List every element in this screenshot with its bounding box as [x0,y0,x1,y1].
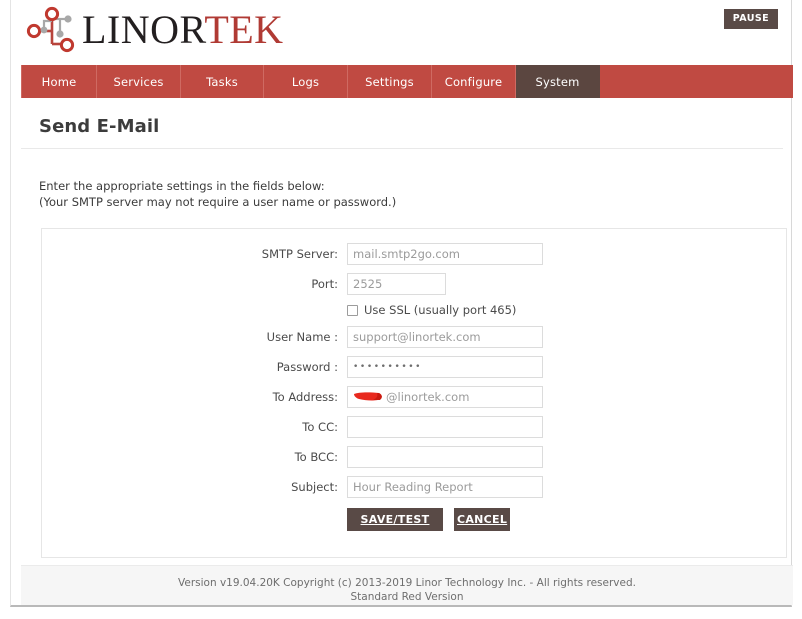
nav-item-logs[interactable]: Logs [264,65,348,98]
smtp-server-input[interactable] [347,243,543,265]
nav-item-services[interactable]: Services [97,65,181,98]
pause-button[interactable]: PAUSE [723,9,778,29]
intro-text: Enter the appropriate settings in the fi… [21,149,793,210]
page-container: LINORTEK PAUSE Home Services Tasks Logs … [10,0,793,607]
nav-item-tasks[interactable]: Tasks [181,65,264,98]
actions-wrap: SAVE/TEST CANCEL [347,508,511,531]
password-input[interactable]: •••••••••• [347,356,543,378]
email-settings-panel: SMTP Server: Port: [41,228,787,558]
smtp-server-label: SMTP Server: [261,247,338,261]
cancel-button[interactable]: CANCEL [454,508,511,531]
form-row-to-bcc: To BCC: [42,446,786,468]
use-ssl-checkbox[interactable] [347,304,358,316]
form-row-to-cc: To CC: [42,416,786,438]
form-row-use-ssl: Use SSL (usually port 465) [42,303,786,317]
form-row-to-address: To Address: @linortek.com [42,386,786,408]
form-row-subject: Subject: [42,476,786,498]
user-name-field-wrap [347,326,543,348]
site-header: LINORTEK PAUSE [11,0,791,62]
main-content: Send E-Mail Enter the appropriate settin… [21,98,793,558]
page-root: LINORTEK PAUSE Home Services Tasks Logs … [0,0,802,619]
brand-wordmark-dark: LINOR [82,7,205,52]
port-label: Port: [311,277,338,291]
footer-copyright: Version v19.04.20K Copyright (c) 2013-20… [178,577,636,589]
password-field-wrap: •••••••••• [347,356,543,378]
use-ssl-label: Use SSL (usually port 465) [364,303,517,317]
brand-wordmark-red: TEK [204,7,284,52]
form-row-port: Port: [42,273,786,295]
to-bcc-field-wrap [347,446,543,468]
nav-item-home[interactable]: Home [21,65,97,98]
to-cc-input[interactable] [347,416,543,438]
footer-version-label: Standard Red Version [350,591,464,603]
intro-line-1: Enter the appropriate settings in the fi… [39,179,325,193]
nav-item-settings[interactable]: Settings [348,65,432,98]
form-row-actions: SAVE/TEST CANCEL [42,508,786,531]
form-row-user-name: User Name : [42,326,786,348]
subject-input[interactable] [347,476,543,498]
nav-item-system[interactable]: System [516,65,600,98]
brand-wordmark: LINORTEK [82,10,284,50]
redaction-scribble-icon [353,391,385,403]
port-input[interactable] [347,273,446,295]
subject-field-wrap [347,476,543,498]
to-bcc-label: To BCC: [294,450,338,464]
to-bcc-input[interactable] [347,446,543,468]
form-row-smtp-server: SMTP Server: [42,243,786,265]
to-cc-label: To CC: [302,420,338,434]
password-label: Password : [276,360,338,374]
form-row-password: Password : •••••••••• [42,356,786,378]
save-test-button[interactable]: SAVE/TEST [347,508,443,531]
linortek-circuit-logo-icon [22,4,80,56]
nav-item-configure[interactable]: Configure [432,65,516,98]
subject-label: Subject: [291,480,338,494]
intro-line-2: (Your SMTP server may not require a user… [39,194,397,209]
page-footer: Version v19.04.20K Copyright (c) 2013-20… [21,565,793,605]
to-address-visible-text: @linortek.com [386,390,470,404]
to-address-input[interactable]: @linortek.com [347,386,543,408]
to-cc-field-wrap [347,416,543,438]
brand-logo[interactable]: LINORTEK [22,2,284,58]
main-navigation: Home Services Tasks Logs Settings Config… [21,65,793,98]
port-field-wrap [347,273,446,295]
to-address-label: To Address: [272,390,338,404]
user-name-label: User Name : [266,330,338,344]
nav-filler [600,65,793,98]
page-title: Send E-Mail [21,98,783,149]
to-address-field-wrap: @linortek.com [347,386,543,408]
user-name-input[interactable] [347,326,543,348]
use-ssl-field-wrap: Use SSL (usually port 465) [347,303,516,317]
smtp-server-field-wrap [347,243,543,265]
